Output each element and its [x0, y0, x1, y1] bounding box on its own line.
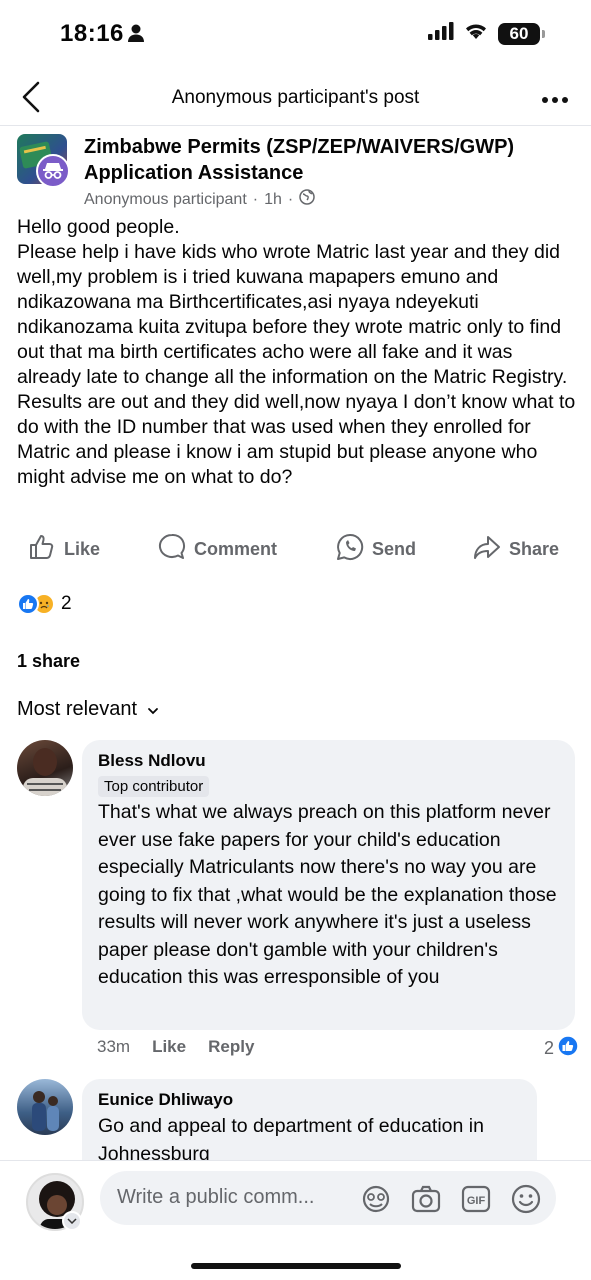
like-reaction-icon — [17, 593, 39, 615]
commenter-name[interactable]: Eunice Dhliwayo — [98, 1089, 521, 1111]
share-button[interactable]: Share — [473, 533, 559, 566]
comment-likes-number: 2 — [543, 1038, 554, 1058]
camera-icon[interactable] — [410, 1183, 442, 1215]
status-bar: 18:16 60 — [0, 0, 591, 70]
send-button[interactable]: Send — [336, 533, 416, 566]
comment-sort-dropdown[interactable]: Most relevant — [17, 698, 159, 721]
signal-icon — [428, 22, 454, 45]
share-label: Share — [509, 539, 560, 559]
comment-input-placeholder: Write a public comm... — [117, 1186, 315, 1208]
status-time: 18:16 — [60, 20, 124, 47]
more-icon[interactable] — [541, 84, 569, 110]
home-indicator — [191, 1263, 401, 1269]
commenter-avatar[interactable] — [17, 1079, 73, 1135]
comment-icon — [158, 533, 186, 566]
comment-bubble[interactable]: Bless Ndlovu Top contributor That's what… — [82, 740, 575, 1030]
comment-label: Comment — [194, 539, 278, 559]
post-paragraph: Please help i have kids who wrote Matric… — [17, 241, 568, 388]
gif-icon[interactable]: GIF — [460, 1183, 492, 1215]
post-actions: Like Comment Send Share — [0, 533, 591, 569]
comment-reply-button[interactable]: Reply — [208, 1037, 254, 1057]
svg-text:GIF: GIF — [467, 1195, 486, 1207]
reaction-summary[interactable]: 2 — [17, 593, 72, 615]
comment-like-button[interactable]: Like — [152, 1037, 186, 1057]
battery-level: 60 — [509, 23, 529, 43]
chevron-down-icon[interactable] — [62, 1211, 82, 1231]
battery-nub — [542, 29, 545, 38]
commenter-avatar[interactable] — [17, 740, 73, 796]
reaction-count: 2 — [61, 593, 72, 614]
globe-icon — [299, 189, 315, 210]
post-meta: Anonymous participant · 1h · — [84, 189, 315, 210]
comment-reaction-count[interactable]: 2 — [544, 1035, 579, 1062]
comment-text: That's what we always preach on this pla… — [98, 801, 557, 988]
comment-composer: Write a public comm... GIF — [0, 1160, 591, 1280]
battery-icon: 60 — [498, 22, 540, 45]
post-body: Hello good people. Please help i have ki… — [17, 215, 579, 490]
top-contributor-badge: Top contributor — [98, 776, 210, 797]
page-title: Anonymous participant's post — [171, 87, 420, 108]
emoji-icon[interactable] — [510, 1183, 542, 1215]
nav-bar: Anonymous participant's post — [0, 70, 591, 126]
post-author: Anonymous participant — [84, 190, 247, 208]
like-reaction-icon — [557, 1035, 579, 1062]
meta-separator: · — [252, 190, 259, 208]
comment-button[interactable]: Comment — [158, 533, 277, 566]
post-paragraph: Results are out and they did well,now ny… — [17, 391, 576, 488]
comment-input[interactable]: Write a public comm... GIF — [100, 1171, 556, 1225]
share-count[interactable]: 1 share — [17, 651, 80, 672]
like-button[interactable]: Like — [28, 533, 100, 566]
avatar-sticker-icon[interactable] — [360, 1183, 392, 1215]
chevron-down-icon — [147, 698, 159, 721]
anonymous-icon — [36, 154, 70, 188]
whatsapp-icon — [336, 533, 364, 566]
comment-footer: 33m Like Reply — [97, 1037, 254, 1057]
thumbs-up-icon — [28, 533, 56, 566]
wifi-icon — [464, 22, 488, 45]
meta-separator: · — [287, 190, 294, 208]
send-label: Send — [372, 539, 417, 559]
sort-label: Most relevant — [17, 698, 138, 720]
share-icon — [473, 533, 501, 566]
post-time[interactable]: 1h — [264, 191, 282, 209]
comment-time: 33m — [97, 1037, 131, 1056]
person-icon — [128, 24, 144, 47]
like-label: Like — [64, 539, 101, 559]
commenter-name[interactable]: Bless Ndlovu — [98, 750, 559, 772]
group-name[interactable]: Zimbabwe Permits (ZSP/ZEP/WAIVERS/GWP) A… — [84, 134, 574, 186]
post-paragraph: Hello good people. — [17, 216, 180, 238]
